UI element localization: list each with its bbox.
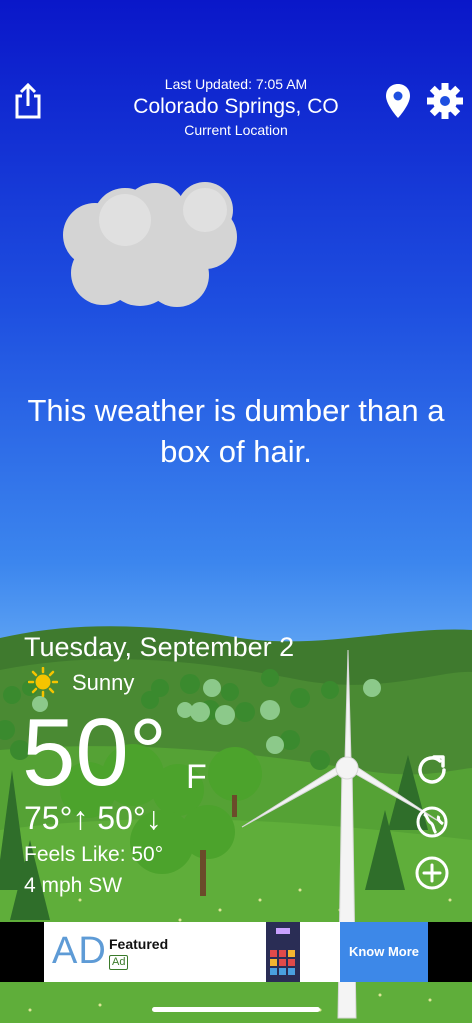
settings-button[interactable]: [427, 83, 463, 119]
ad-banner[interactable]: AD Featured Ad Know More: [0, 922, 472, 982]
location-button[interactable]: [385, 83, 411, 119]
weather-message: This weather is dumber than a box of hai…: [27, 393, 445, 469]
condition-label: Sunny: [72, 670, 135, 695]
high-temp: 75°: [24, 800, 73, 836]
temperature-unit[interactable]: F: [186, 758, 207, 797]
arrow-up-icon: ↑: [72, 800, 89, 836]
refresh-icon: [418, 755, 446, 784]
globe-icon: [416, 806, 448, 838]
low-temp: 50°: [97, 800, 146, 836]
ad-cta-button[interactable]: Know More: [340, 922, 428, 982]
high-low-temps: 75°↑ 50°↓: [24, 800, 162, 837]
refresh-button[interactable]: [414, 752, 450, 788]
globe-button[interactable]: [414, 804, 450, 840]
add-circle-icon: [415, 856, 449, 890]
add-location-button[interactable]: [414, 855, 450, 891]
location-label: Current Location: [184, 122, 288, 138]
arrow-down-icon: ↓: [145, 800, 162, 836]
ad-logo: AD: [52, 930, 107, 972]
date-label: Tuesday, September 2: [24, 632, 295, 662]
cloud-illustration: [63, 182, 237, 307]
current-temperature: 50°: [22, 699, 168, 806]
gear-icon: [427, 83, 463, 119]
feels-like: Feels Like: 50°: [24, 843, 164, 866]
home-indicator[interactable]: [152, 1007, 320, 1012]
ad-content[interactable]: AD Featured Ad Know More: [44, 922, 428, 982]
ad-badge: Ad: [109, 955, 129, 970]
location-pin-icon: [386, 84, 410, 118]
ad-thumbnail: [266, 922, 300, 982]
ad-title: Featured: [109, 936, 169, 952]
sun-icon: [27, 666, 59, 698]
wind-info: 4 mph SW: [24, 874, 123, 897]
